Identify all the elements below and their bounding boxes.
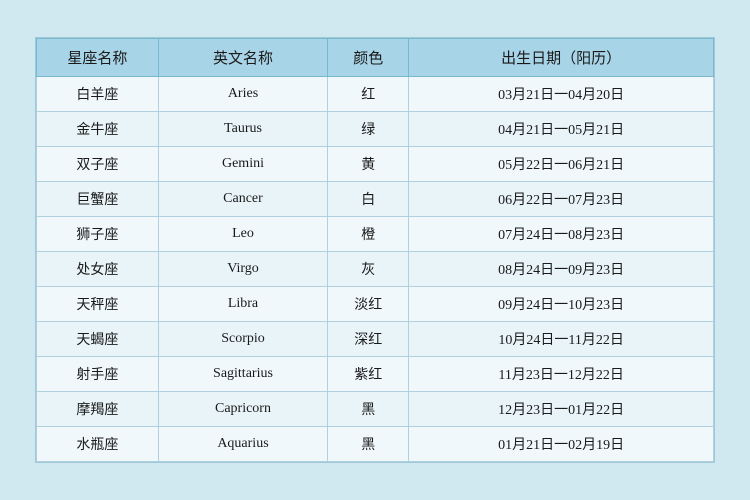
cell-english: Leo	[158, 217, 327, 252]
zodiac-table-container: 星座名称 英文名称 颜色 出生日期（阳历） 白羊座Aries红03月21日一04…	[35, 37, 715, 463]
cell-color: 橙	[328, 217, 409, 252]
cell-color: 紫红	[328, 357, 409, 392]
cell-dates: 11月23日一12月22日	[409, 357, 714, 392]
cell-dates: 06月22日一07月23日	[409, 182, 714, 217]
cell-color: 黑	[328, 427, 409, 462]
cell-chinese: 射手座	[37, 357, 159, 392]
cell-color: 深红	[328, 322, 409, 357]
cell-color: 黄	[328, 147, 409, 182]
table-row: 狮子座Leo橙07月24日一08月23日	[37, 217, 714, 252]
cell-color: 红	[328, 77, 409, 112]
cell-chinese: 处女座	[37, 252, 159, 287]
cell-dates: 01月21日一02月19日	[409, 427, 714, 462]
cell-color: 绿	[328, 112, 409, 147]
cell-english: Sagittarius	[158, 357, 327, 392]
cell-english: Scorpio	[158, 322, 327, 357]
cell-chinese: 摩羯座	[37, 392, 159, 427]
cell-chinese: 巨蟹座	[37, 182, 159, 217]
cell-english: Capricorn	[158, 392, 327, 427]
cell-chinese: 天蝎座	[37, 322, 159, 357]
cell-english: Libra	[158, 287, 327, 322]
table-row: 白羊座Aries红03月21日一04月20日	[37, 77, 714, 112]
cell-dates: 04月21日一05月21日	[409, 112, 714, 147]
header-english: 英文名称	[158, 39, 327, 77]
cell-chinese: 水瓶座	[37, 427, 159, 462]
cell-chinese: 天秤座	[37, 287, 159, 322]
table-row: 巨蟹座Cancer白06月22日一07月23日	[37, 182, 714, 217]
cell-english: Aries	[158, 77, 327, 112]
cell-dates: 12月23日一01月22日	[409, 392, 714, 427]
cell-dates: 08月24日一09月23日	[409, 252, 714, 287]
cell-english: Gemini	[158, 147, 327, 182]
header-chinese: 星座名称	[37, 39, 159, 77]
cell-dates: 09月24日一10月23日	[409, 287, 714, 322]
table-row: 处女座Virgo灰08月24日一09月23日	[37, 252, 714, 287]
cell-english: Cancer	[158, 182, 327, 217]
cell-english: Taurus	[158, 112, 327, 147]
cell-color: 淡红	[328, 287, 409, 322]
table-row: 水瓶座Aquarius黑01月21日一02月19日	[37, 427, 714, 462]
cell-dates: 10月24日一11月22日	[409, 322, 714, 357]
cell-chinese: 金牛座	[37, 112, 159, 147]
table-row: 天秤座Libra淡红09月24日一10月23日	[37, 287, 714, 322]
table-header-row: 星座名称 英文名称 颜色 出生日期（阳历）	[37, 39, 714, 77]
cell-color: 黑	[328, 392, 409, 427]
cell-english: Virgo	[158, 252, 327, 287]
table-row: 双子座Gemini黄05月22日一06月21日	[37, 147, 714, 182]
cell-chinese: 双子座	[37, 147, 159, 182]
cell-color: 灰	[328, 252, 409, 287]
table-row: 射手座Sagittarius紫红11月23日一12月22日	[37, 357, 714, 392]
table-row: 摩羯座Capricorn黑12月23日一01月22日	[37, 392, 714, 427]
cell-dates: 05月22日一06月21日	[409, 147, 714, 182]
table-row: 天蝎座Scorpio深红10月24日一11月22日	[37, 322, 714, 357]
header-date: 出生日期（阳历）	[409, 39, 714, 77]
zodiac-table: 星座名称 英文名称 颜色 出生日期（阳历） 白羊座Aries红03月21日一04…	[36, 38, 714, 462]
table-row: 金牛座Taurus绿04月21日一05月21日	[37, 112, 714, 147]
cell-dates: 03月21日一04月20日	[409, 77, 714, 112]
cell-chinese: 狮子座	[37, 217, 159, 252]
cell-dates: 07月24日一08月23日	[409, 217, 714, 252]
header-color: 颜色	[328, 39, 409, 77]
cell-chinese: 白羊座	[37, 77, 159, 112]
cell-color: 白	[328, 182, 409, 217]
cell-english: Aquarius	[158, 427, 327, 462]
